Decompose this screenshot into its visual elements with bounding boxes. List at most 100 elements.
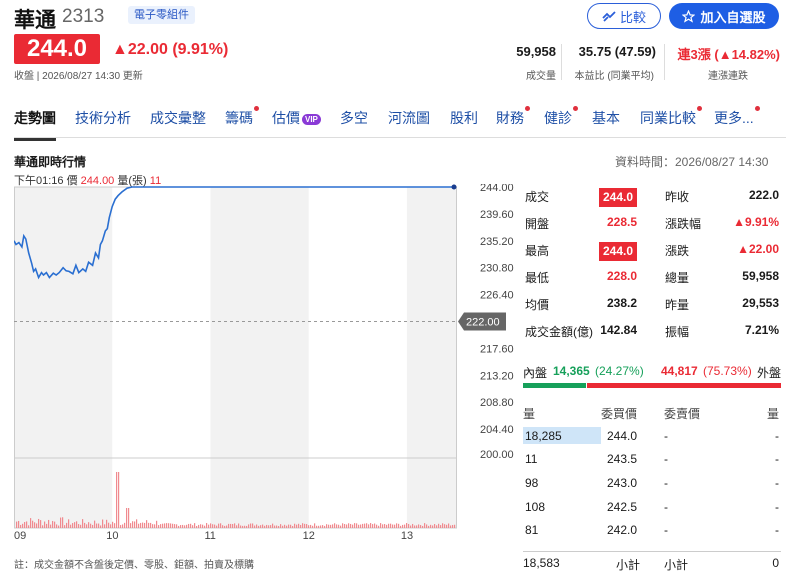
- tab-item[interactable]: 走勢圖: [14, 108, 56, 141]
- bid-volume: 11: [525, 452, 538, 467]
- volume-bar: [338, 524, 340, 528]
- tab-item[interactable]: 籌碼: [225, 106, 259, 128]
- x-tick-label: 11: [204, 530, 216, 542]
- volume-bar: [210, 523, 212, 528]
- volume-bar: [84, 522, 86, 528]
- volume-bar: [82, 519, 84, 528]
- orderbook-column-header: 量: [766, 407, 779, 421]
- volume-bar: [332, 524, 334, 528]
- outer-pct: (75.73%): [703, 364, 752, 378]
- volume-bar: [66, 522, 68, 528]
- compare-button[interactable]: 比較: [587, 3, 661, 29]
- volume-bar: [454, 524, 456, 528]
- section-title: 華通即時行情: [14, 155, 87, 169]
- orderbook-row: 108 242.5 - -: [523, 495, 781, 519]
- volume-bar: [410, 525, 412, 528]
- ask-price: -: [664, 476, 668, 491]
- tab-item[interactable]: 同業比較: [640, 106, 702, 128]
- notification-dot: [254, 106, 259, 111]
- y-tick-label: 230.80: [480, 263, 514, 275]
- volume-bar: [106, 519, 108, 528]
- inner-outer-ratio-bar: [523, 383, 781, 388]
- summary-pe-label: 本益比 (同業平均): [574, 71, 654, 82]
- volume-bar: [286, 525, 288, 528]
- volume-bar: [206, 523, 208, 528]
- quote-row: 成交金額(億) 142.84 振幅 7.21%: [523, 317, 781, 344]
- inner-value: 14,365: [553, 364, 590, 378]
- orderbook-column-header: 委賣價: [664, 407, 701, 421]
- quote-label: 成交: [525, 190, 550, 204]
- volume-bar: [236, 525, 238, 528]
- summary-streak-label: 連漲連跌: [708, 71, 748, 82]
- reference-label-text: 222.00: [466, 317, 500, 329]
- quote-value-badge: 244.0: [598, 188, 637, 207]
- summary-volume-label: 成交量: [526, 71, 556, 82]
- footnote: 註：成交金額不含盤後定價、零股、鉅額、拍賣及標購: [14, 560, 254, 571]
- tab-item[interactable]: 更多...: [714, 106, 760, 128]
- quote-label: 成交金額(億): [525, 325, 593, 339]
- industry-tag[interactable]: 電子零組件: [128, 6, 195, 24]
- volume-bar: [158, 525, 160, 528]
- volume-bar: [384, 524, 386, 528]
- tab-item[interactable]: 基本: [592, 108, 620, 128]
- tab-item[interactable]: 多空: [340, 108, 368, 128]
- volume-bar: [144, 522, 146, 528]
- volume-bar: [368, 524, 370, 528]
- tab-label: 健診: [544, 110, 572, 126]
- volume-bar: [336, 524, 338, 528]
- add-watchlist-button[interactable]: 加入自選股: [669, 3, 779, 29]
- volume-bar: [154, 524, 156, 528]
- status-line: 收盤 | 2026/08/27 14:30 更新: [14, 71, 143, 82]
- volume-bar: [310, 524, 312, 528]
- orderbook-row: 98 243.0 - -: [523, 471, 781, 495]
- volume-bar: [124, 522, 126, 528]
- volume-bar: [416, 525, 418, 528]
- volume-bar: [434, 524, 436, 528]
- volume-bar: [194, 523, 196, 528]
- volume-bar: [418, 524, 420, 528]
- volume-bar: [306, 524, 308, 528]
- volume-bar: [150, 522, 152, 528]
- tab-item[interactable]: 技術分析: [75, 108, 131, 128]
- volume-bar: [54, 521, 56, 528]
- volume-bar: [230, 523, 232, 528]
- volume-bar: [24, 522, 26, 528]
- tab-item[interactable]: 財務: [496, 106, 530, 128]
- volume-bar: [334, 523, 336, 528]
- intraday-chart[interactable]: 244.00 239.60 235.20 230.80 226.40 217.60 213.…: [14, 184, 520, 544]
- volume-bar: [36, 523, 38, 528]
- tab-label: 基本: [592, 110, 620, 126]
- volume-bar: [146, 520, 148, 528]
- volume-bar: [242, 525, 244, 528]
- volume-bar: [60, 517, 62, 528]
- volume-bar: [352, 524, 354, 528]
- tab-item[interactable]: 健診: [544, 106, 578, 128]
- tab-item[interactable]: 河流圖: [388, 108, 430, 128]
- bid-price: 243.5: [606, 452, 637, 467]
- quote-label: 昨量: [665, 298, 690, 312]
- tab-item[interactable]: 股利: [450, 108, 478, 128]
- notification-dot: [525, 106, 530, 111]
- inner-pct: (24.27%): [595, 364, 644, 378]
- quote-label: 漲跌: [665, 244, 690, 258]
- quote-value: 29,553: [742, 296, 779, 310]
- volume-bar: [430, 524, 432, 528]
- volume-bar: [160, 524, 162, 528]
- orderbook-subtotal: 18,583 小計 小計 0: [523, 551, 781, 573]
- volume-bar: [188, 523, 190, 528]
- volume-bar: [142, 522, 144, 528]
- tab-item[interactable]: 成交彙整: [150, 108, 206, 128]
- volume-bar: [58, 525, 60, 528]
- volume-bar: [152, 524, 154, 528]
- volume-bar: [172, 523, 174, 528]
- volume-bar: [222, 525, 224, 528]
- quote-label: 最高: [525, 244, 550, 258]
- active-tab-indicator: [14, 138, 56, 141]
- tab-item[interactable]: 估價 VIP: [272, 108, 321, 128]
- volume-bar: [380, 523, 382, 528]
- ask-volume: -: [775, 452, 779, 467]
- total-ask: 0: [772, 556, 779, 570]
- volume-bar: [300, 524, 302, 528]
- quote-table: 成交 244.0 昨收 222.0 開盤 228.5 漲跌幅 ▲9.91% 最高 244.0 漲跌 ▲…: [523, 182, 781, 344]
- volume-bar: [34, 522, 36, 528]
